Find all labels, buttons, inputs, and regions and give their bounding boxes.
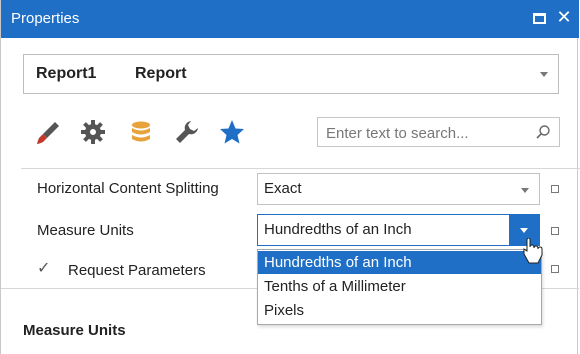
chevron-down-icon[interactable] bbox=[521, 188, 529, 193]
chevron-down-icon bbox=[520, 228, 528, 233]
request-parameters-checkbox[interactable]: ✓ bbox=[37, 261, 53, 277]
dropdown-option[interactable]: Pixels bbox=[258, 299, 541, 322]
star-icon[interactable] bbox=[216, 116, 248, 148]
dropdown-option[interactable]: Hundredths of an Inch bbox=[258, 251, 541, 274]
close-icon[interactable]: ✕ bbox=[555, 6, 573, 28]
search-icon[interactable] bbox=[535, 124, 551, 140]
object-name: Report1 bbox=[36, 65, 97, 82]
property-label-request-parameters: Request Parameters bbox=[68, 262, 206, 279]
measure-units-editor[interactable]: Hundredths of an Inch bbox=[257, 214, 540, 246]
dropdown-option[interactable]: Tenths of a Millimeter bbox=[258, 275, 541, 298]
property-label-horizontal-content-splitting: Horizontal Content Splitting bbox=[37, 180, 219, 197]
reset-marker[interactable] bbox=[551, 265, 559, 273]
property-label-measure-units: Measure Units bbox=[37, 222, 134, 239]
mouse-cursor-icon bbox=[523, 238, 543, 264]
object-selector[interactable]: Report1 Report bbox=[23, 54, 559, 94]
title-bar: Properties ✕ bbox=[1, 0, 579, 38]
separator bbox=[21, 168, 580, 169]
gear-icon[interactable] bbox=[77, 116, 109, 148]
reset-marker[interactable] bbox=[551, 227, 559, 235]
window-title: Properties bbox=[11, 10, 80, 27]
properties-panel: Properties ✕ Report1 Report Enter text t… bbox=[0, 0, 580, 354]
wrench-icon[interactable] bbox=[171, 116, 203, 148]
reset-marker[interactable] bbox=[551, 185, 559, 193]
search-input[interactable] bbox=[326, 123, 526, 143]
description-title: Measure Units bbox=[23, 322, 126, 339]
maximize-icon[interactable] bbox=[533, 13, 546, 24]
object-type: Report bbox=[135, 65, 187, 82]
search-box[interactable] bbox=[317, 117, 560, 147]
measure-units-value: Hundredths of an Inch bbox=[264, 221, 412, 238]
brush-icon[interactable] bbox=[33, 116, 65, 148]
horizontal-content-splitting-value: Exact bbox=[264, 180, 302, 197]
database-icon[interactable] bbox=[125, 116, 157, 148]
chevron-down-icon[interactable] bbox=[540, 72, 548, 77]
horizontal-content-splitting-editor[interactable]: Exact bbox=[257, 173, 540, 205]
measure-units-dropdown-list[interactable]: Hundredths of an Inch Tenths of a Millim… bbox=[257, 249, 542, 325]
